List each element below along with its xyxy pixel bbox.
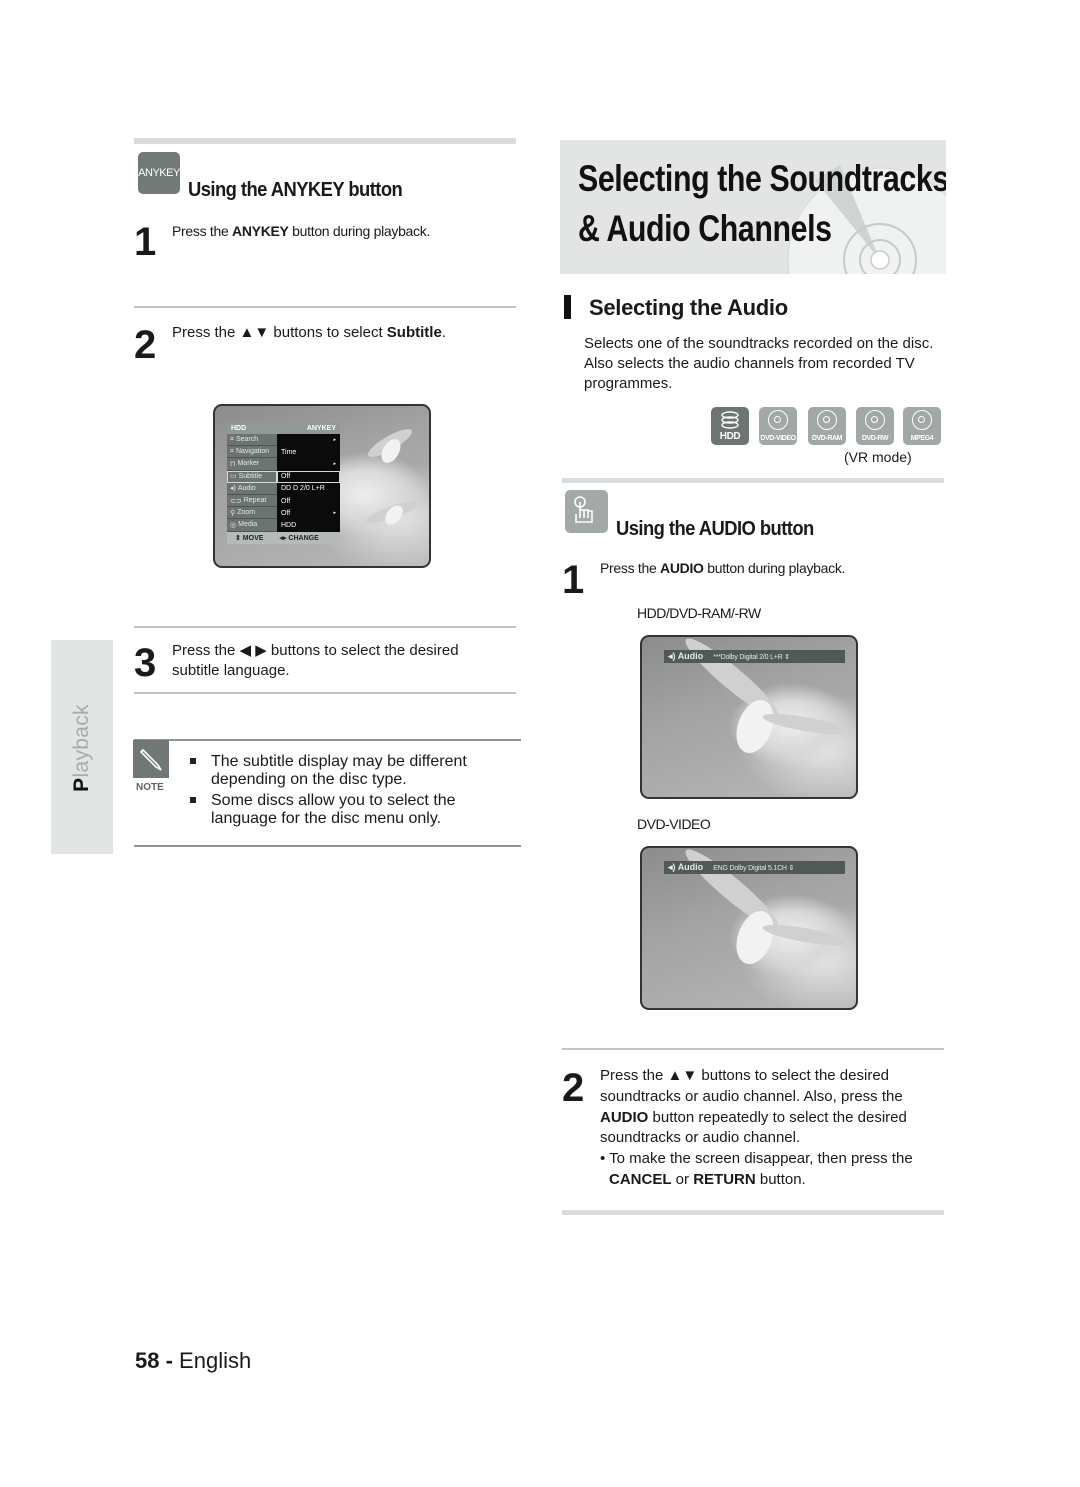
side-tab-label: Playback [70,704,94,792]
speaker-icon: ◂) [230,485,236,493]
step-2-text: Press the ▲▼ buttons to select Subtitle. [172,324,446,341]
navigation-icon: ⌗ [230,447,234,455]
step-1-number: 1 [134,220,157,264]
vr-mode-note: (VR mode) [844,449,912,465]
audio-osd-bar: ◂) Audio ENG Dolby Digital 5.1CH ⇕ [664,861,845,874]
speaker-icon: ◂) [668,862,676,872]
osd-row-marker[interactable]: ⊓ Marker ▸ [227,458,340,471]
divider [562,478,944,483]
speaker-icon: ◂) [668,651,676,661]
section-marker-bar [564,295,571,319]
page-title-line-2: & Audio Channels [578,208,832,249]
audio-step-2-text: Press the ▲▼ buttons to select the desir… [600,1067,913,1188]
audio-screen-hdd: ◂) Audio ***Dolby Digital 2/0 L+R ⇕ [640,635,858,799]
subtitle-icon: ▭ [230,473,237,481]
note-top-rule [134,739,521,741]
top-divider-left [134,138,516,144]
osd-row-audio[interactable]: ◂) Audio DD D 2/0 L+R [227,482,340,495]
osd-row-subtitle[interactable]: ▭ Subtitle Off [227,470,340,483]
osd-menu: HDD ANYKEY ⌗ Search ▸ ⌗ Navigation Time ⊓ M… [227,423,340,544]
arrow-right-icon: ▸ [333,510,336,517]
zoom-icon: ⚲ [230,509,236,517]
arrow-right-icon: ▸ [333,461,336,468]
page-number: 58 [135,1348,160,1373]
audio-step-1-text: Press the AUDIO button during playback. [600,560,846,576]
step-3-number: 3 [134,641,157,685]
note-label: NOTE [136,782,164,793]
section-description: Selects one of the soundtracks recorded … [584,335,934,392]
dvd-video-badge-icon: DVD-VIDEO [759,407,797,445]
osd-move-hint: ⇕ MOVE [235,534,264,542]
osd-header: HDD ANYKEY [227,423,340,434]
dvd-rw-badge-icon: DVD-RW [856,407,894,445]
hand-press-button-icon [565,490,608,533]
note-pencil-icon [133,740,169,778]
page-footer: 58 - English [135,1348,252,1373]
osd-source: HDD [231,425,247,432]
osd-row-zoom[interactable]: ⚲ Zoom Off ▸ [227,507,340,520]
bullet-square-icon [190,797,196,803]
osd-row-media[interactable]: ◎ Media HDD [227,519,340,532]
seagull-wing [761,920,848,950]
osd-row-search[interactable]: ⌗ Search ▸ [227,434,340,447]
seagull-wing [761,709,848,739]
screen-caption-hdd: HDD/DVD-RAM/-RW [637,605,761,621]
audio-osd-bar: ◂) Audio ***Dolby Digital 2/0 L+R ⇕ [664,650,845,663]
hdd-badge-icon: HDD [711,407,749,445]
audio-step-2-number: 2 [562,1066,585,1110]
audio-screen-dvd-video: ◂) Audio ENG Dolby Digital 5.1CH ⇕ [640,846,858,1010]
audio-osd-value: ***Dolby Digital 2/0 L+R ⇕ [713,653,790,661]
page-title-line-1: Selecting the Soundtracks [578,158,946,199]
search-icon: ⌗ [230,435,234,443]
step-3-text: Press the ◀ ▶ buttons to select the desi… [172,642,459,679]
repeat-icon: ⊂⊃ [230,497,242,505]
audio-osd-label: ◂) Audio [668,651,704,661]
mpeg4-badge-icon: MPEG4 [903,407,941,445]
osd-footer: ⇕ MOVE ◂▸ CHANGE [227,531,340,544]
screen-caption-dvd-video: DVD-VIDEO [637,816,711,832]
dvd-ram-badge-icon: DVD-RAM [808,407,846,445]
section-heading: Selecting the Audio [589,295,788,320]
side-tab-rest: layback [70,704,93,778]
audio-step-1-number: 1 [562,558,585,602]
page-title-block: Selecting the Soundtracks & Audio Channe… [560,140,946,274]
divider [134,306,516,308]
divider [562,1048,944,1050]
bullet-square-icon [190,758,196,764]
side-tab-first-letter: P [70,777,93,792]
audio-button-heading: Using the AUDIO button [616,518,814,540]
note-item-2: Some discs allow you to select the langu… [211,792,456,827]
osd-row-repeat[interactable]: ⊂⊃ Repeat Off [227,494,340,508]
divider [134,692,516,694]
osd-change-hint: ◂▸ CHANGE [279,534,319,542]
media-icon: ◎ [230,521,237,529]
step-2-number: 2 [134,323,157,367]
osd-row-navigation[interactable]: ⌗ Navigation Time [227,446,340,459]
page-language: English [179,1348,252,1373]
divider [562,1210,944,1215]
audio-osd-label: ◂) Audio [668,862,704,872]
note-bottom-rule [134,845,521,847]
anykey-menu-screenshot: HDD ANYKEY ⌗ Search ▸ ⌗ Navigation Time ⊓ M… [213,404,431,568]
arrow-right-icon: ▸ [333,437,336,444]
osd-title: ANYKEY [306,425,336,432]
divider [134,626,516,628]
marker-icon: ⊓ [230,460,236,468]
step-1-text: Press the ANYKEY button during playback. [172,223,431,239]
audio-osd-value: ENG Dolby Digital 5.1CH ⇕ [713,864,795,872]
anykey-button-icon: ANYKEY [138,152,180,194]
note-item-1: The subtitle display may be different de… [211,753,467,788]
anykey-heading: Using the ANYKEY button [188,179,403,201]
